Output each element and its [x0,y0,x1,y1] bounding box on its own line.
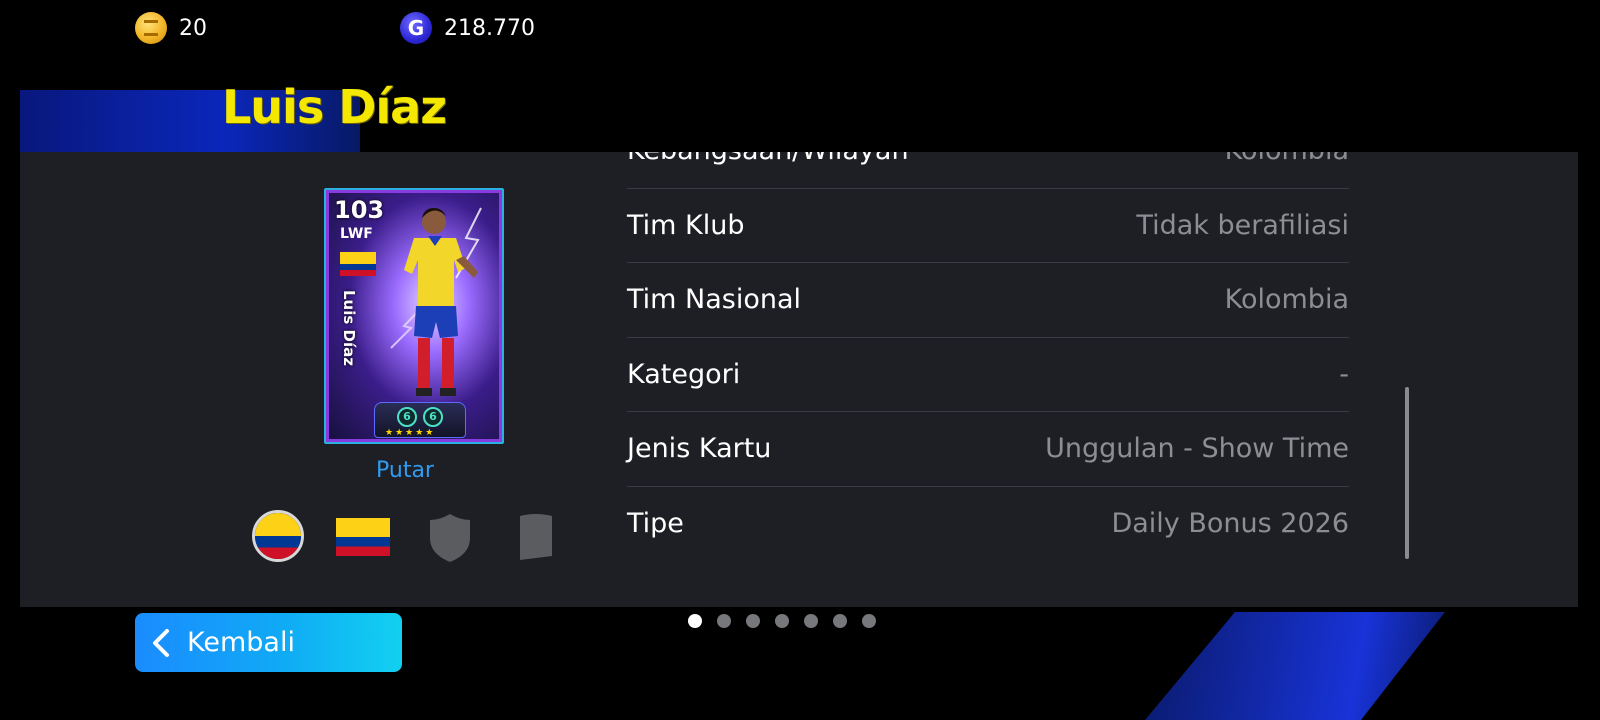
info-label: Tipe [627,508,684,540]
info-value: Unggulan - Show Time [1045,433,1349,465]
info-row-card-type: Jenis Kartu Unggulan - Show Time [627,412,1349,487]
info-row-national-team: Tim Nasional Kolombia [627,263,1349,338]
gp-balance: G 218.770 [400,12,535,44]
back-button[interactable]: Kembali [135,613,402,672]
card-vertical-name: Luis Díaz [340,290,358,366]
card-stars: ★★★★★ [385,427,436,437]
page-dot[interactable] [833,614,847,628]
rotate-card-button[interactable]: Putar [376,458,434,483]
coin-balance: 20 [135,12,207,44]
page-dot[interactable] [862,614,876,628]
info-label: Kebangsaan/Wilayah [627,152,909,166]
nationality-circle-icon[interactable] [252,510,304,562]
background-stripe [1145,612,1445,720]
page-indicator [688,614,876,628]
info-row-nationality: Kebangsaan/Wilayah Kolombia [627,152,1349,189]
info-label: Jenis Kartu [627,433,772,465]
card-rating: 103 [334,196,385,224]
badge-level-icon: 6 [423,407,443,427]
info-value: Kolombia [1224,284,1349,316]
page-dot[interactable] [746,614,760,628]
badge-level-icon: 6 [397,407,417,427]
info-label: Tim Nasional [627,284,802,316]
coin-icon [135,12,167,44]
info-value: - [1339,358,1349,390]
page-dot[interactable] [804,614,818,628]
info-label: Tim Klub [627,209,745,241]
flag-icon[interactable] [336,518,390,556]
info-row-club: Tim Klub Tidak berafiliasi [627,189,1349,263]
page-dot[interactable] [775,614,789,628]
info-list: Kebangsaan/Wilayah Kolombia Tim Klub Tid… [627,152,1349,561]
page-dot-active[interactable] [688,614,702,628]
card-flag-icon [340,252,376,276]
page-dot[interactable] [717,614,731,628]
back-button-label: Kembali [187,627,295,658]
club-shield-icon[interactable] [428,512,472,564]
info-value: Tidak berafiliasi [1136,209,1349,241]
card-position: LWF [340,226,373,242]
gp-value: 218.770 [444,15,535,41]
chevron-left-icon [153,628,169,657]
player-info-panel: 103 LWF Luis Díaz 6 6 ★★★★★ Putar Tim Kl… [20,152,1578,607]
player-name-title: Luis Díaz [222,80,447,134]
player-card[interactable]: 103 LWF Luis Díaz 6 6 ★★★★★ [324,188,504,444]
info-row-category: Kategori - [627,338,1349,412]
coin-value: 20 [179,15,207,41]
info-label: Kategori [627,358,741,390]
gp-icon: G [400,12,432,44]
info-value: Daily Bonus 2026 [1111,508,1349,540]
card-level-badge: 6 6 ★★★★★ [374,402,466,438]
player-figure-image [390,207,482,396]
league-badge-icon[interactable] [518,512,554,562]
info-value: Kolombia [1225,152,1349,166]
info-row-type: Tipe Daily Bonus 2026 [627,487,1349,562]
info-scrollbar[interactable] [1405,387,1409,559]
